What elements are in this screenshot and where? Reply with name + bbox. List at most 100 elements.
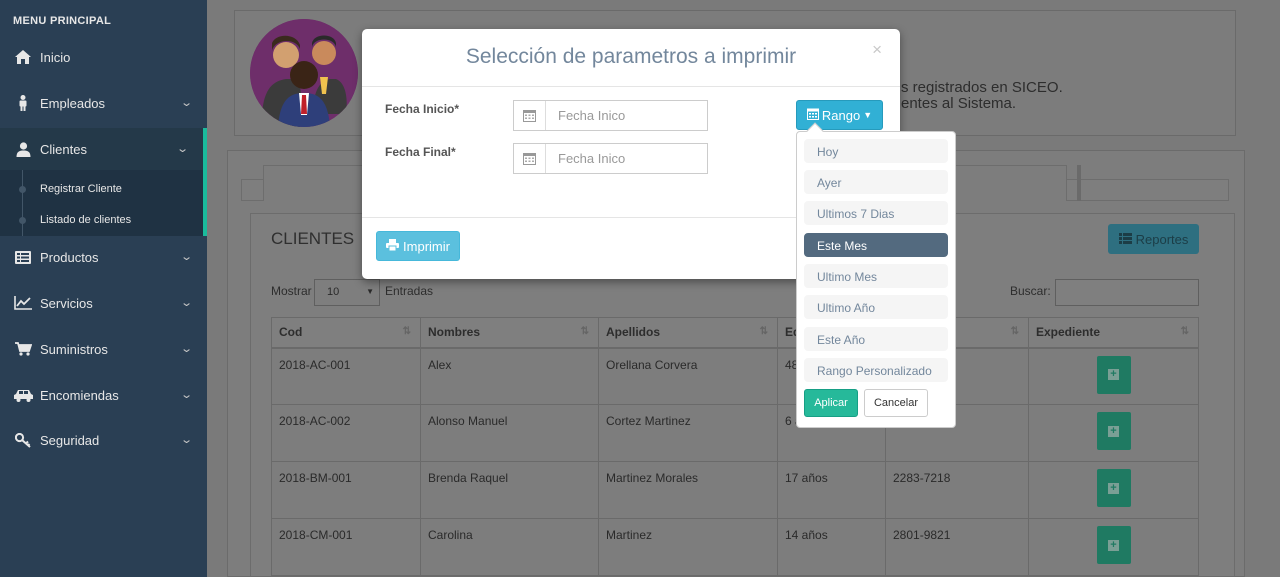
sidebar-item-clientes[interactable]: Clientes ⌄ [0, 128, 207, 170]
chevron-down-icon: ⌄ [179, 251, 193, 263]
sidebar-item-suministros[interactable]: Suministros ⌄ [0, 328, 207, 370]
range-option-este-ano[interactable]: Este Año [804, 327, 948, 351]
range-option-hoy[interactable]: Hoy [804, 139, 948, 163]
caret-down-icon: ▼ [863, 110, 873, 120]
clientes-submenu: Registrar Cliente Listado de clientes [0, 170, 207, 236]
cell-edad: 17 años [777, 461, 886, 519]
expediente-button[interactable]: + [1096, 469, 1131, 507]
cell-apellidos: Cortez Martinez [598, 404, 778, 462]
calendar-icon [806, 108, 819, 123]
sidebar-item-seguridad[interactable]: Seguridad ⌄ [0, 419, 207, 461]
user-icon [13, 95, 33, 111]
imprimir-button[interactable]: Imprimir [376, 231, 460, 261]
fecha-inicio-field[interactable] [513, 100, 708, 131]
table-row: 2018-BM-001 Brenda Raquel Martinez Moral… [271, 461, 1199, 519]
truck-icon [13, 387, 33, 403]
cell-telefono: 2801-9821 [885, 518, 1029, 576]
fecha-inicio-label: Fecha Inicio* [385, 102, 460, 116]
sidebar-item-label: Productos [40, 249, 99, 265]
sidebar-item-productos[interactable]: Productos ⌄ [0, 236, 207, 278]
sidebar: MENU PRINCIPAL Inicio Empleados ⌄ Client… [0, 0, 207, 577]
fecha-final-label: Fecha Final* [385, 145, 456, 159]
sort-icon: ⇅ [1180, 326, 1189, 337]
fecha-final-field[interactable] [513, 143, 708, 174]
profile-description: s registrados en SICEO. entes al Sistema… [901, 80, 1063, 112]
chevron-down-icon: ⌄ [175, 143, 189, 155]
page-length-select[interactable]: 10 ▼ [314, 279, 380, 306]
submenu-dot [19, 217, 26, 224]
sidebar-item-inicio[interactable]: Inicio [0, 36, 207, 78]
buscar-label: Buscar: [1010, 284, 1051, 298]
cell-apellidos: Martinez Morales [598, 461, 778, 519]
cancelar-button[interactable]: Cancelar [864, 389, 928, 417]
range-option-rango-personalizado[interactable]: Rango Personalizado [804, 358, 948, 382]
cell-nombres: Brenda Raquel [420, 461, 599, 519]
table-header-row: Cod ⇅ Nombres ⇅ Apellidos ⇅ Ed ⇅ Expediente… [271, 317, 1199, 349]
column-header-apellidos[interactable]: Apellidos ⇅ [598, 317, 778, 349]
print-icon [386, 238, 400, 254]
fecha-final-input[interactable] [546, 151, 706, 166]
clients-table: Cod ⇅ Nombres ⇅ Apellidos ⇅ Ed ⇅ Expediente… [271, 317, 1199, 576]
table-row: 2018-AC-001 Alex Orellana Corvera 48 + [271, 347, 1199, 405]
cell-telefono: 2283-7218 [885, 461, 1029, 519]
key-icon [13, 432, 33, 448]
expediente-button[interactable]: + [1096, 526, 1131, 564]
entradas-label: Entradas [385, 284, 434, 298]
sidebar-item-encomiendas[interactable]: Encomiendas ⌄ [0, 374, 207, 416]
sidebar-item-label: Inicio [40, 49, 71, 65]
chevron-down-icon: ⌄ [179, 434, 193, 446]
sidebar-item-label: Servicios [40, 295, 93, 311]
plus-square-icon: + [1108, 369, 1119, 380]
cell-expediente: + [1028, 404, 1199, 462]
expediente-button[interactable]: + [1096, 412, 1131, 450]
rango-button[interactable]: Rango ▼ [796, 100, 883, 130]
column-header-expediente[interactable]: Expediente ⇅ [1028, 317, 1199, 349]
tab-divider [1077, 165, 1081, 201]
clients-title: CLIENTES [271, 229, 355, 248]
sidebar-item-label: Clientes [40, 141, 87, 157]
sort-icon: ⇅ [759, 326, 768, 337]
sidebar-item-servicios[interactable]: Servicios ⌄ [0, 282, 207, 324]
range-option-ultimo-ano[interactable]: Ultimo Año [804, 295, 948, 319]
cell-nombres: Alonso Manuel [420, 404, 599, 462]
chevron-down-icon: ⌄ [179, 297, 193, 309]
home-icon [13, 49, 33, 65]
submenu-line [22, 170, 23, 236]
table-row: 2018-AC-002 Alonso Manuel Cortez Martine… [271, 404, 1199, 462]
sidebar-item-empleados[interactable]: Empleados ⌄ [0, 82, 207, 124]
search-input[interactable] [1055, 279, 1199, 306]
range-option-ultimo-mes[interactable]: Ultimo Mes [804, 264, 948, 288]
table-icon [1118, 232, 1132, 247]
range-option-este-mes[interactable]: Este Mes [804, 233, 948, 257]
sidebar-item-label: Seguridad [40, 432, 100, 448]
sidebar-item-label: Suministros [40, 341, 108, 357]
menu-title: MENU PRINCIPAL [13, 15, 112, 27]
chevron-down-icon: ⌄ [179, 389, 193, 401]
table-row: 2018-CM-001 Carolina Martinez 14 años 28… [271, 518, 1199, 576]
cell-cod: 2018-BM-001 [271, 461, 421, 519]
range-option-ayer[interactable]: Ayer [804, 170, 948, 194]
submenu-item-listado-clientes[interactable]: Listado de clientes [40, 214, 131, 226]
column-header-cod[interactable]: Cod ⇅ [271, 317, 421, 349]
cell-cod: 2018-AC-001 [271, 347, 421, 405]
page-length-value: 10 [327, 286, 340, 298]
cell-nombres: Carolina [420, 518, 599, 576]
cell-expediente: + [1028, 461, 1199, 519]
expediente-button[interactable]: + [1096, 355, 1131, 394]
submenu-item-registrar-cliente[interactable]: Registrar Cliente [40, 183, 122, 195]
mostrar-label: Mostrar [271, 284, 312, 298]
chart-icon [13, 295, 33, 311]
range-option-ultimos-7-dias[interactable]: Ultimos 7 Dias [804, 201, 948, 225]
date-range-dropdown: Hoy Ayer Ultimos 7 Dias Este Mes Ultimo … [796, 122, 956, 428]
column-header-nombres[interactable]: Nombres ⇅ [420, 317, 599, 349]
cell-cod: 2018-AC-002 [271, 404, 421, 462]
cell-expediente: + [1028, 347, 1199, 405]
aplicar-button[interactable]: Aplicar [804, 389, 858, 417]
calendar-icon [514, 101, 546, 130]
cell-apellidos: Orellana Corvera [598, 347, 778, 405]
fecha-inicio-input[interactable] [546, 108, 706, 123]
chevron-down-icon: ⌄ [179, 97, 193, 109]
close-icon[interactable]: × [872, 40, 882, 60]
caret-down-icon: ▼ [366, 287, 374, 296]
reportes-button[interactable]: Reportes [1108, 224, 1199, 254]
